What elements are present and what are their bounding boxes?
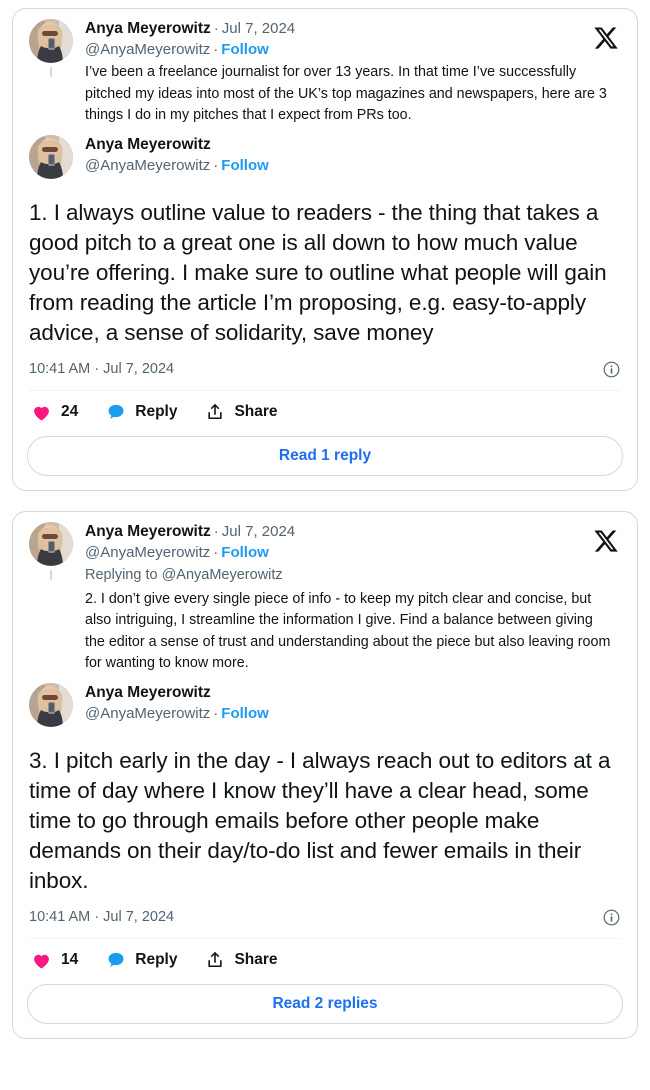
heart-icon — [31, 402, 52, 423]
follow-link[interactable]: Follow — [221, 41, 269, 58]
user-handle[interactable]: @AnyaMeyerowitz — [85, 544, 210, 561]
divider — [29, 389, 621, 391]
divider — [29, 937, 621, 939]
main-handle-line: @AnyaMeyerowitz · Follow — [85, 704, 623, 724]
avatar-column — [27, 19, 75, 79]
main-handle-line: @AnyaMeyerowitz · Follow — [85, 156, 623, 176]
share-button[interactable]: Share — [205, 950, 278, 970]
share-button[interactable]: Share — [205, 402, 278, 422]
tweet-date[interactable]: Jul 7, 2024 — [222, 20, 295, 37]
avatar[interactable] — [29, 521, 73, 566]
parent-name-line: Anya Meyerowitz · Jul 7, 2024 — [85, 522, 623, 542]
share-label: Share — [234, 951, 278, 968]
tweet-actions: 24 Reply Share — [31, 402, 621, 423]
follow-link[interactable]: Follow — [221, 705, 269, 722]
parent-tweet-row: Anya Meyerowitz · Jul 7, 2024 @AnyaMeyerow… — [27, 521, 623, 683]
reply-label: Reply — [135, 403, 178, 420]
avatar-column — [27, 682, 75, 727]
replying-to-label: Replying to @AnyaMeyerowitz — [85, 566, 283, 583]
display-name[interactable]: Anya Meyerowitz — [85, 20, 211, 37]
main-tweet-row: Anya Meyerowitz @AnyaMeyerowitz · Follow — [27, 682, 623, 734]
handle-follow-separator: · — [213, 41, 219, 58]
thread-connector-line — [50, 569, 52, 580]
reply-button[interactable]: Reply — [106, 950, 177, 970]
main-tweet-row: Anya Meyerowitz @AnyaMeyerowitz · Follow — [27, 134, 623, 186]
share-label: Share — [234, 403, 278, 420]
share-icon — [205, 950, 225, 970]
reply-button[interactable]: Reply — [106, 402, 177, 422]
tweet-timestamp[interactable]: 10:41 AM · Jul 7, 2024 — [29, 909, 174, 925]
parent-tweet-row: Anya Meyerowitz · Jul 7, 2024 @AnyaMeyerow… — [27, 19, 623, 135]
parent-handle-line: @AnyaMeyerowitz · Follow — [85, 543, 623, 563]
display-name[interactable]: Anya Meyerowitz — [85, 523, 211, 540]
main-tweet-text: 1. I always outline value to readers - t… — [29, 199, 607, 345]
heart-icon — [31, 950, 52, 971]
tweet-card: Anya Meyerowitz · Jul 7, 2024 @AnyaMeyerow… — [12, 8, 638, 491]
read-replies-button[interactable]: Read 2 replies — [27, 983, 623, 1024]
read-replies-button[interactable]: Read 1 reply — [27, 435, 623, 476]
tweet-embed-page: Anya Meyerowitz · Jul 7, 2024 @AnyaMeyerow… — [0, 0, 650, 1039]
tweet-card: Anya Meyerowitz · Jul 7, 2024 @AnyaMeyerow… — [12, 510, 638, 1039]
reply-label: Reply — [135, 951, 178, 968]
avatar[interactable] — [29, 19, 73, 63]
info-icon[interactable] — [602, 360, 621, 379]
parent-tweet-text: 2. I don’t give every single piece of in… — [85, 590, 611, 672]
user-handle[interactable]: @AnyaMeyerowitz — [85, 157, 210, 174]
reply-bubble-icon — [106, 402, 126, 422]
name-date-separator: · — [213, 20, 219, 37]
follow-link[interactable]: Follow — [221, 157, 269, 174]
main-tweet-text: 3. I pitch early in the day - I always r… — [29, 747, 611, 893]
main-name-line: Anya Meyerowitz — [85, 683, 623, 703]
main-tweet-header: Anya Meyerowitz @AnyaMeyerowitz · Follow — [75, 683, 623, 734]
tweet-timestamp[interactable]: 10:41 AM · Jul 7, 2024 — [29, 361, 174, 377]
parent-handle-line: @AnyaMeyerowitz · Follow — [85, 40, 623, 60]
name-date-separator: · — [213, 522, 219, 540]
handle-follow-separator: · — [213, 543, 219, 561]
handle-follow-separator: · — [213, 156, 219, 174]
parent-tweet-content: Anya Meyerowitz · Jul 7, 2024 @AnyaMeyerow… — [75, 522, 623, 683]
info-icon[interactable] — [602, 908, 621, 927]
like-count: 14 — [61, 951, 79, 968]
display-name[interactable]: Anya Meyerowitz — [85, 136, 211, 153]
tweet-meta-row: 10:41 AM · Jul 7, 2024 — [29, 360, 621, 379]
tweet-meta-row: 10:41 AM · Jul 7, 2024 — [29, 908, 621, 927]
main-name-line: Anya Meyerowitz — [85, 135, 623, 155]
like-button[interactable]: 24 — [31, 402, 78, 423]
display-name[interactable]: Anya Meyerowitz — [85, 684, 211, 701]
tweet-actions: 14 Reply Share — [31, 950, 621, 971]
handle-follow-separator: · — [213, 704, 219, 722]
parent-name-line: Anya Meyerowitz · Jul 7, 2024 — [85, 19, 623, 39]
user-handle[interactable]: @AnyaMeyerowitz — [85, 41, 210, 58]
user-handle[interactable]: @AnyaMeyerowitz — [85, 705, 210, 722]
like-button[interactable]: 14 — [31, 950, 78, 971]
follow-link[interactable]: Follow — [221, 544, 269, 561]
avatar-column — [27, 521, 75, 582]
reply-bubble-icon — [106, 950, 126, 970]
avatar-column — [27, 134, 75, 179]
parent-tweet-content: Anya Meyerowitz · Jul 7, 2024 @AnyaMeyerow… — [75, 19, 623, 135]
main-tweet-header: Anya Meyerowitz @AnyaMeyerowitz · Follow — [75, 135, 623, 186]
avatar[interactable] — [29, 134, 73, 179]
like-count: 24 — [61, 403, 79, 420]
avatar[interactable] — [29, 682, 73, 727]
share-icon — [205, 402, 225, 422]
parent-tweet-text: I’ve been a freelance journalist for ove… — [85, 64, 607, 123]
tweet-date[interactable]: Jul 7, 2024 — [222, 523, 295, 540]
thread-connector-line — [50, 67, 52, 77]
